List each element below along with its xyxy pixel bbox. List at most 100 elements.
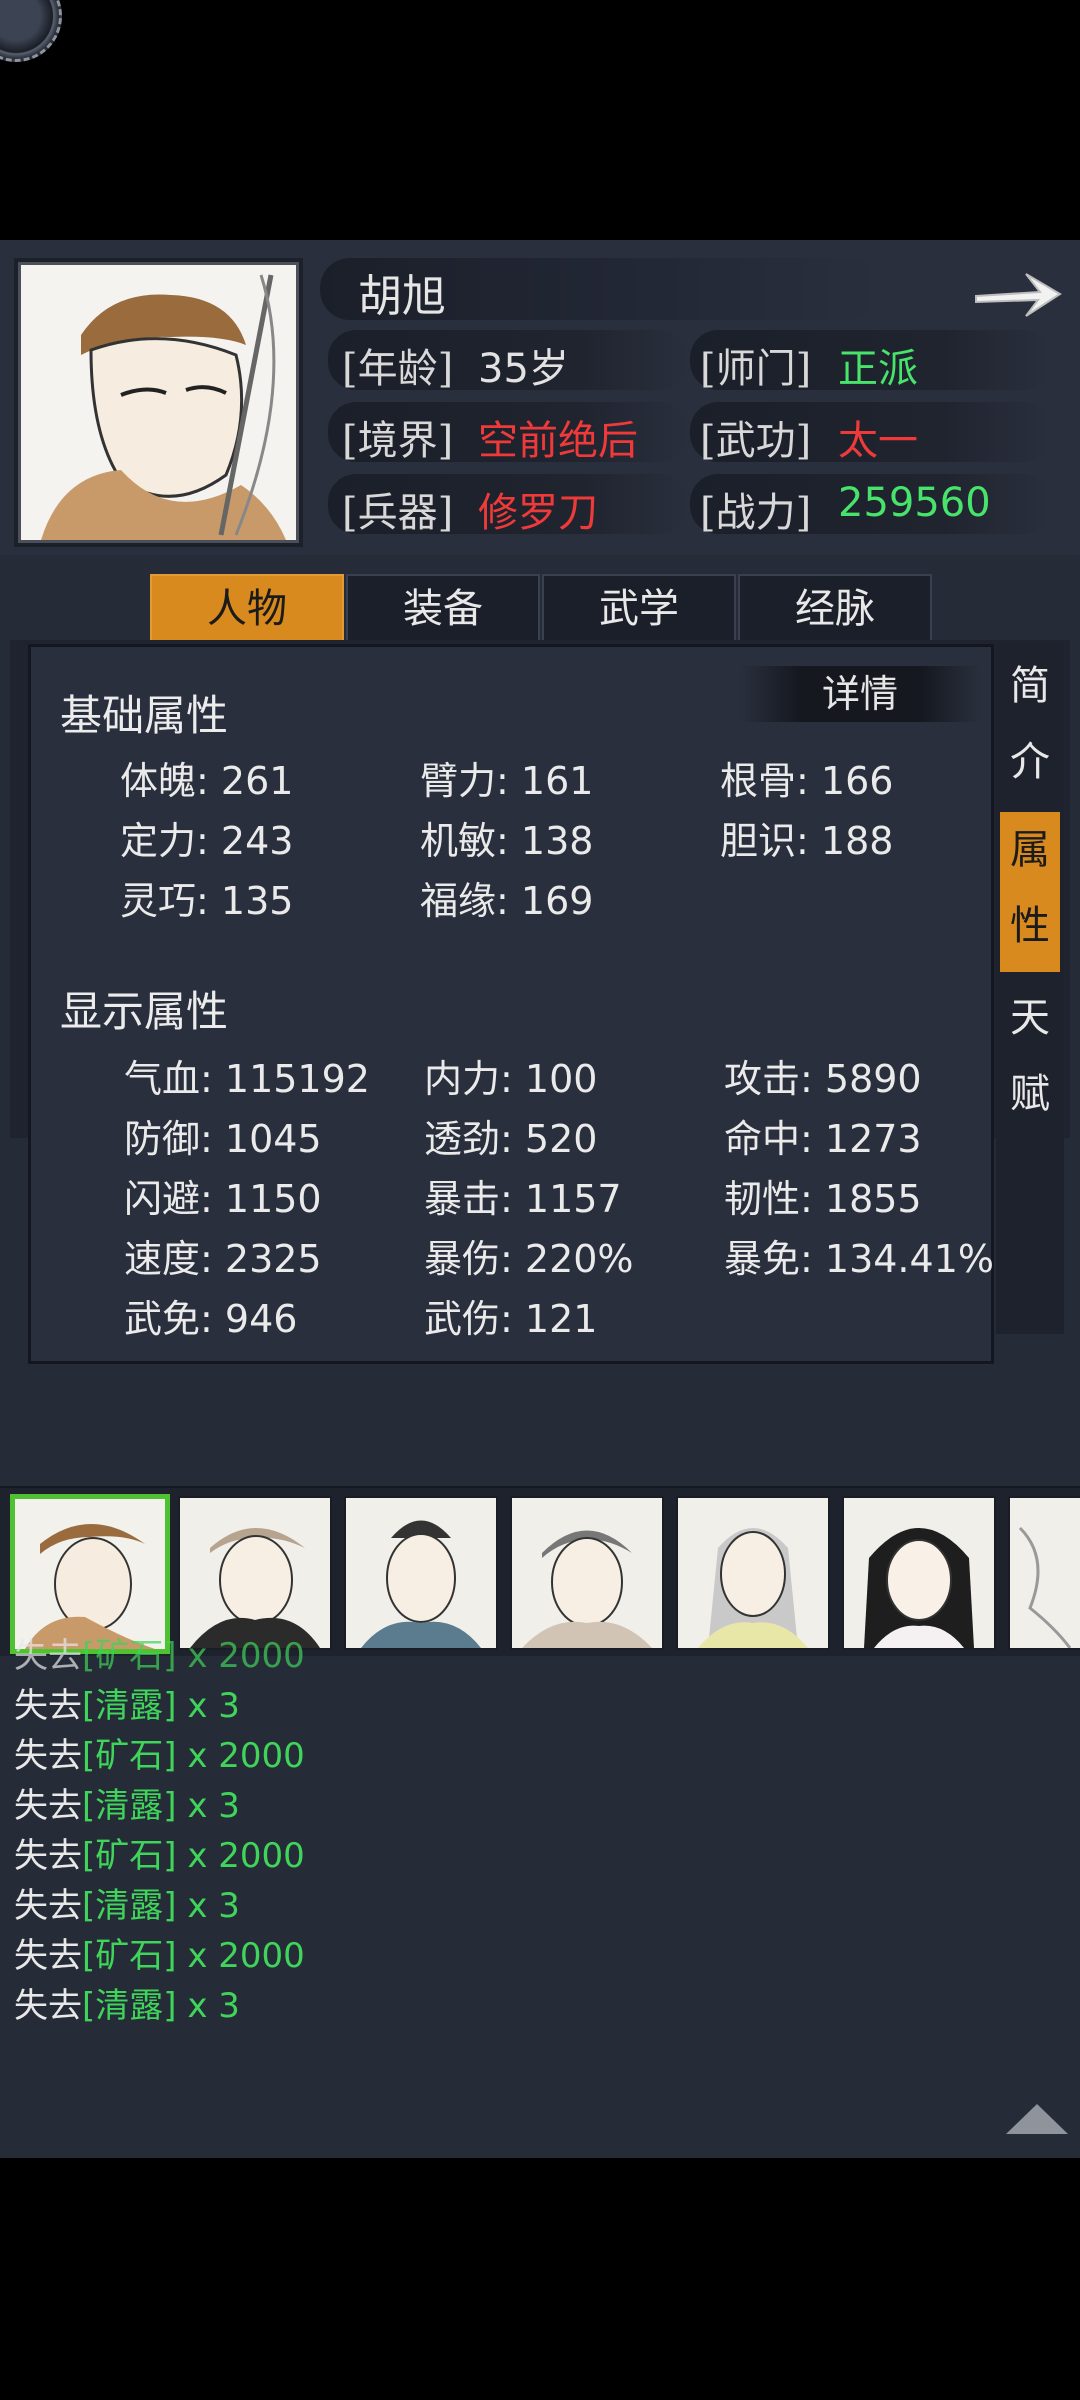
roster-avatar[interactable] xyxy=(510,1496,664,1650)
log-item: [矿石] xyxy=(82,1736,177,1776)
stat-value: 188 xyxy=(820,819,894,863)
log-item: [矿石] xyxy=(82,1936,177,1976)
log-item: [矿石] xyxy=(82,1636,177,1676)
stat-value: 1157 xyxy=(524,1177,622,1221)
menu-round-button[interactable] xyxy=(0,0,62,62)
side-tab-talent[interactable]: 天 赋 xyxy=(1000,980,1060,1140)
log-qty: x 2000 xyxy=(187,1836,305,1876)
log-prefix: 失去 xyxy=(14,1986,82,2026)
weapon-label: [兵器] xyxy=(342,490,454,536)
stat-critical: 暴击: 1157 xyxy=(424,1177,622,1221)
side-tab-attributes-char-1: 属 xyxy=(1010,827,1050,873)
stat-value: 1150 xyxy=(224,1177,322,1221)
details-button[interactable]: 详情 xyxy=(740,666,980,722)
log-prefix: 失去 xyxy=(14,1636,82,1676)
log-item: [清露] xyxy=(82,1886,177,1926)
stat-martial-damage: 武伤: 121 xyxy=(424,1297,598,1341)
side-tab-talent-char-1: 天 xyxy=(1010,995,1050,1041)
character-portrait xyxy=(18,262,299,543)
roster-avatar[interactable] xyxy=(676,1496,830,1650)
log-qty: x 2000 xyxy=(187,1736,305,1776)
tab-meridians[interactable]: 经脉 xyxy=(738,574,932,644)
stat-dexterity: 灵巧: 135 xyxy=(120,879,294,923)
roster-avatar[interactable] xyxy=(842,1496,996,1650)
log-line: 失去[清露] x 3 xyxy=(14,1878,240,1927)
stat-defense: 防御: 1045 xyxy=(124,1117,322,1161)
log-line: 失去[矿石] x 2000 xyxy=(14,1728,305,1777)
stat-value: 220% xyxy=(524,1237,634,1281)
stat-value: 261 xyxy=(220,759,294,803)
stat-courage: 胆识: 188 xyxy=(720,819,894,863)
stat-bone: 根骨: 166 xyxy=(720,759,894,803)
stat-fortune: 福缘: 169 xyxy=(420,879,594,923)
stat-accuracy: 命中: 1273 xyxy=(724,1117,922,1161)
log-prefix: 失去 xyxy=(14,1836,82,1876)
stat-hp: 气血: 115192 xyxy=(124,1057,370,1101)
spacer xyxy=(0,1368,1080,1486)
stat-value: 138 xyxy=(520,819,594,863)
stat-key: 速度 xyxy=(124,1237,201,1281)
stat-focus: 定力: 243 xyxy=(120,819,294,863)
base-attributes-title: 基础属性 xyxy=(60,691,229,740)
age-value: 35岁 xyxy=(478,346,569,392)
stat-value: 115192 xyxy=(224,1057,370,1101)
stat-dodge: 闪避: 1150 xyxy=(124,1177,322,1221)
stat-agility: 机敏: 138 xyxy=(420,819,594,863)
weapon-value: 修罗刀 xyxy=(478,490,598,536)
log-prefix: 失去 xyxy=(14,1936,82,1976)
stat-speed: 速度: 2325 xyxy=(124,1237,322,1281)
character-header: 胡旭 [年龄] 35岁 [师门] 正派 [境界] 空前绝后 [武功] 太一 [兵… xyxy=(0,240,1080,555)
side-tab-intro-char-2: 介 xyxy=(1010,739,1050,785)
log-prefix: 失去 xyxy=(14,1686,82,1726)
stat-value: 169 xyxy=(520,879,594,923)
stat-inner-power: 内力: 100 xyxy=(424,1057,598,1101)
side-tab-attributes[interactable]: 属 性 xyxy=(1000,812,1060,972)
log-line: 失去[清露] x 3 xyxy=(14,1978,240,2027)
sect-value: 正派 xyxy=(838,346,918,392)
roster-avatar-partial[interactable] xyxy=(1008,1496,1080,1650)
stat-key: 胆识 xyxy=(720,819,797,863)
log-qty: x 2000 xyxy=(187,1936,305,1976)
tab-martial-arts[interactable]: 武学 xyxy=(542,574,736,644)
tab-equipment[interactable]: 装备 xyxy=(346,574,540,644)
arrow-right-icon[interactable] xyxy=(970,262,1066,326)
scroll-up-icon[interactable] xyxy=(1004,2100,1070,2136)
stat-value: 134.41% xyxy=(824,1237,994,1281)
stat-key: 气血 xyxy=(124,1057,201,1101)
stat-value: 1045 xyxy=(224,1117,322,1161)
roster-avatar[interactable] xyxy=(344,1496,498,1650)
stat-key: 根骨 xyxy=(720,759,797,803)
stat-value: 100 xyxy=(524,1057,598,1101)
roster-avatar[interactable] xyxy=(178,1496,332,1650)
stat-value: 1273 xyxy=(824,1117,922,1161)
stat-martial-resist: 武免: 946 xyxy=(124,1297,298,1341)
stat-constitution: 体魄: 261 xyxy=(120,759,294,803)
side-tab-intro[interactable]: 简 介 xyxy=(1000,648,1060,808)
stat-key: 灵巧 xyxy=(120,879,197,923)
stat-key: 暴击 xyxy=(424,1177,501,1221)
log-qty: x 3 xyxy=(187,1786,240,1826)
sect-label: [师门] xyxy=(700,346,812,392)
log-item: [清露] xyxy=(82,1786,177,1826)
stat-value: 121 xyxy=(524,1297,598,1341)
stat-value: 2325 xyxy=(224,1237,322,1281)
stat-key: 防御 xyxy=(124,1117,201,1161)
stat-key: 内力 xyxy=(424,1057,501,1101)
stat-key: 武免 xyxy=(124,1297,201,1341)
log-line: 失去[清露] x 3 xyxy=(14,1778,240,1827)
log-qty: x 3 xyxy=(187,1886,240,1926)
stat-value: 5890 xyxy=(824,1057,922,1101)
power-value: 259560 xyxy=(838,480,991,526)
stat-key: 臂力 xyxy=(420,759,497,803)
stat-strength: 臂力: 161 xyxy=(420,759,594,803)
stat-attack: 攻击: 5890 xyxy=(724,1057,922,1101)
side-tab-talent-char-2: 赋 xyxy=(1010,1071,1050,1117)
stat-key: 透劲 xyxy=(424,1117,501,1161)
stat-value: 161 xyxy=(520,759,594,803)
log-line: 失去[矿石] x 2000 xyxy=(14,1928,305,1977)
side-tab-intro-char-1: 简 xyxy=(1010,663,1050,709)
stat-value: 946 xyxy=(224,1297,298,1341)
stat-key: 福缘 xyxy=(420,879,497,923)
stat-value: 520 xyxy=(524,1117,598,1161)
tab-character[interactable]: 人物 xyxy=(150,574,344,644)
